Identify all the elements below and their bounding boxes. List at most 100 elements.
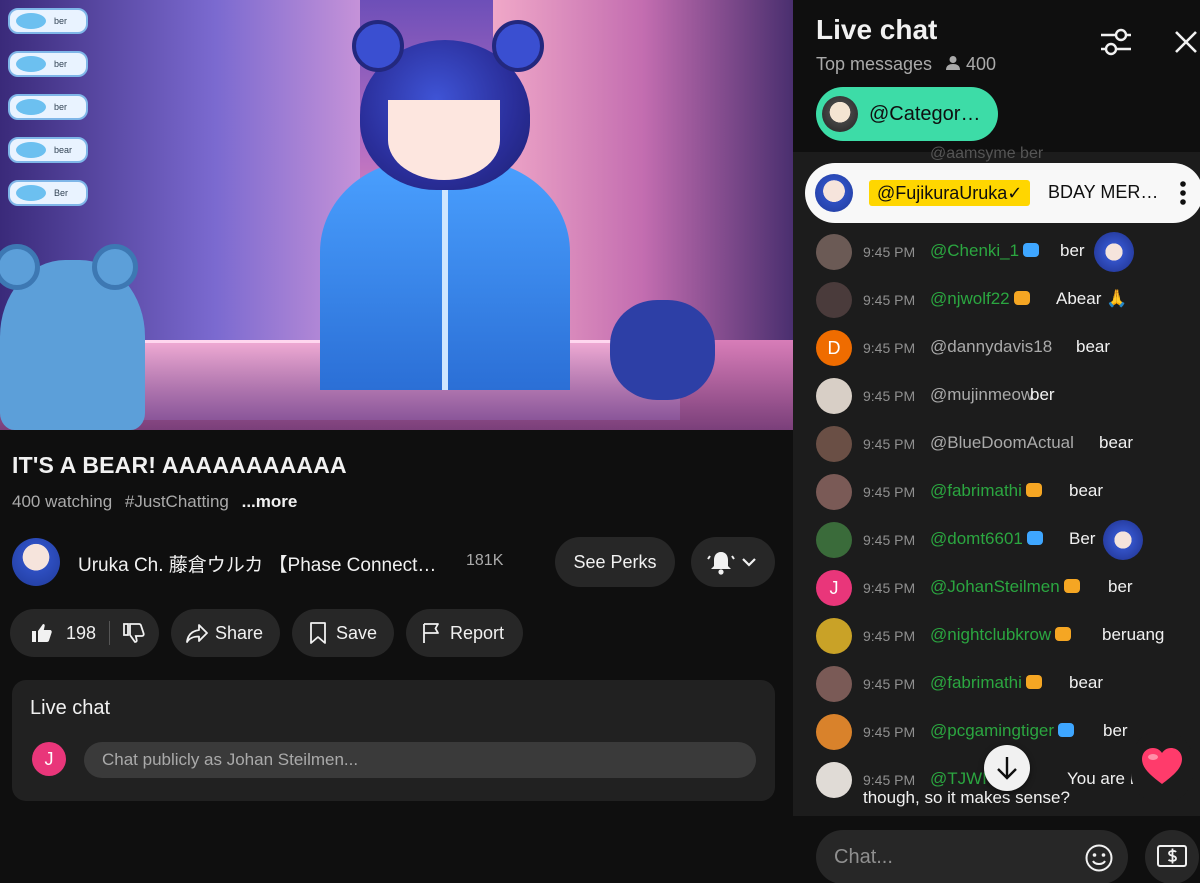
channel-row: Uruka Ch. 藤倉ウルカ 【Phase Connect… 181K See… <box>12 537 787 587</box>
hashtag[interactable]: #JustChatting <box>125 492 229 511</box>
report-button[interactable]: Report <box>406 609 523 657</box>
chat-avatar[interactable]: J <box>816 570 852 606</box>
chat-avatar[interactable] <box>816 378 852 414</box>
chat-author[interactable]: @fabrimathi <box>930 481 1042 501</box>
like-count[interactable]: 198 <box>66 623 96 644</box>
chat-message[interactable]: 9:45 PM @njwolf22 Abear 🙏 <box>793 276 1200 324</box>
chat-message[interactable]: 9:45 PM @fabrimathi bear <box>793 660 1200 708</box>
chat-message[interactable]: D 9:45 PM @dannydavis18 bear <box>793 324 1200 372</box>
live-chat-card[interactable]: Live chat J Chat publicly as Johan Steil… <box>12 680 775 801</box>
heart-icon <box>1142 748 1182 784</box>
member-badge-icon <box>1013 291 1030 305</box>
channel-name[interactable]: Uruka Ch. 藤倉ウルカ 【Phase Connect… <box>78 550 436 577</box>
chat-message[interactable]: 9:45 PM @BlueDoomActual bear <box>793 420 1200 468</box>
channel-avatar[interactable] <box>12 538 60 586</box>
pinned-message[interactable]: @FujikuraUruka✓ BDAY MERC… <box>805 163 1200 223</box>
emoji-icon[interactable] <box>1084 843 1114 873</box>
thumbs-down-icon[interactable] <box>122 621 146 645</box>
chat-message[interactable]: 9:45 PM @domt6601 Ber <box>793 516 1200 564</box>
live-chat-title: Live chat <box>816 14 938 45</box>
category-chip[interactable]: @Categor… <box>816 87 998 141</box>
chat-message[interactable]: 9:45 PM @mujinmeow ber <box>793 372 1200 420</box>
chat-timestamp: 9:45 PM <box>863 724 916 740</box>
more-vert-icon[interactable] <box>1179 180 1187 206</box>
chat-author[interactable]: @BlueDoomActual <box>930 433 1074 453</box>
category-avatar <box>822 96 858 132</box>
super-chat-button[interactable] <box>1145 830 1199 883</box>
chat-author[interactable]: @JohanSteilmen <box>930 577 1080 597</box>
chat-avatar[interactable] <box>816 714 852 750</box>
avatar-ear <box>492 20 544 72</box>
chat-avatar[interactable] <box>816 282 852 318</box>
chat-message[interactable]: 9:45 PM @nightclubkrow beruang <box>793 612 1200 660</box>
video-title: IT'S A BEAR! AAAAAAAAAAA <box>12 452 347 478</box>
thumbs-up-icon[interactable] <box>30 621 54 645</box>
watching-count: 400 watching <box>12 492 113 511</box>
chat-footer: Chat... <box>793 816 1200 883</box>
chat-author-name: @fabrimathi <box>930 481 1022 500</box>
share-icon <box>186 624 208 643</box>
chat-avatar[interactable] <box>816 618 852 654</box>
chat-text: bear <box>1099 433 1134 452</box>
pinned-text: BDAY MERC… <box>1048 182 1164 202</box>
chat-timestamp: 9:45 PM <box>863 436 916 452</box>
scroll-to-bottom-button[interactable] <box>984 745 1030 791</box>
chat-mode-selector[interactable]: Top messages <box>816 54 932 75</box>
chat-author[interactable]: @pcgamingtiger <box>930 721 1075 741</box>
sticker: ber <box>8 94 88 120</box>
share-button[interactable]: Share <box>171 609 280 657</box>
chat-author[interactable]: @mujinmeow <box>930 385 1033 405</box>
chat-message[interactable]: 9:45 PM @fabrimathi bear <box>793 468 1200 516</box>
chat-author-name: @fabrimathi <box>930 673 1022 692</box>
chat-author[interactable]: @Chenki_1 <box>930 241 1040 261</box>
member-badge-icon <box>1025 483 1042 497</box>
chat-author[interactable]: @dannydavis18 <box>930 337 1052 357</box>
sticker: ber <box>8 8 88 34</box>
chat-avatar[interactable] <box>816 426 852 462</box>
chat-publicly-input[interactable]: Chat publicly as Johan Steilmen... <box>84 742 756 778</box>
report-label: Report <box>450 623 505 643</box>
chat-message[interactable]: 9:45 PM @Chenki_1 ber <box>793 228 1200 276</box>
chat-avatar[interactable] <box>816 762 852 798</box>
member-badge-icon <box>1023 243 1040 257</box>
chat-avatar[interactable] <box>816 234 852 270</box>
chat-author[interactable]: @domt6601 <box>930 529 1043 549</box>
chat-avatar[interactable] <box>816 474 852 510</box>
chat-text: beruang <box>1102 625 1165 644</box>
chat-author[interactable]: @fabrimathi <box>930 673 1042 693</box>
chat-input[interactable]: Chat... <box>816 830 1128 883</box>
flag-icon <box>423 623 439 643</box>
chat-avatar[interactable] <box>816 666 852 702</box>
chat-avatar[interactable] <box>816 522 852 558</box>
chat-author-name: @Chenki_1 <box>930 241 1020 260</box>
live-chat-panel: Live chat Top messages 400 @Categor… @aa… <box>793 0 1200 883</box>
chat-author-name: @domt6601 <box>930 529 1023 548</box>
chat-author-name: @njwolf22 <box>930 289 1010 308</box>
arrow-down-icon <box>997 757 1017 780</box>
chat-author-name: @dannydavis18 <box>930 337 1053 356</box>
chat-timestamp: 9:45 PM <box>863 292 916 308</box>
chat-timestamp: 9:45 PM <box>863 628 916 644</box>
chat-timestamp: 9:45 PM <box>863 772 916 788</box>
member-badge-icon <box>1058 723 1075 737</box>
bear-ear <box>0 244 40 290</box>
chat-avatar[interactable]: D <box>816 330 852 366</box>
video-meta[interactable]: 400 watching #JustChatting ...more <box>12 492 305 512</box>
chat-author[interactable]: @njwolf22 <box>930 289 1030 309</box>
see-perks-button[interactable]: See Perks <box>555 537 675 587</box>
tune-settings-icon[interactable] <box>1099 27 1133 57</box>
chat-message[interactable]: J 9:45 PM @JohanSteilmen ber <box>793 564 1200 612</box>
dollar-icon <box>1157 845 1187 867</box>
chat-timestamp: 9:45 PM <box>863 340 916 356</box>
more-link[interactable]: ...more <box>242 492 298 511</box>
vtuber-avatar <box>300 20 590 390</box>
pinned-author[interactable]: @FujikuraUruka✓ <box>869 180 1031 206</box>
chat-author[interactable]: @nightclubkrow <box>930 625 1072 645</box>
chat-author-name: @mujinmeow <box>930 385 1034 404</box>
video-player[interactable]: ber ber ber bear Ber <box>0 0 793 430</box>
close-icon[interactable] <box>1173 29 1199 55</box>
save-button[interactable]: Save <box>292 609 394 657</box>
notification-button[interactable] <box>691 537 775 587</box>
save-label: Save <box>336 623 378 643</box>
reaction-button[interactable] <box>1131 730 1193 804</box>
